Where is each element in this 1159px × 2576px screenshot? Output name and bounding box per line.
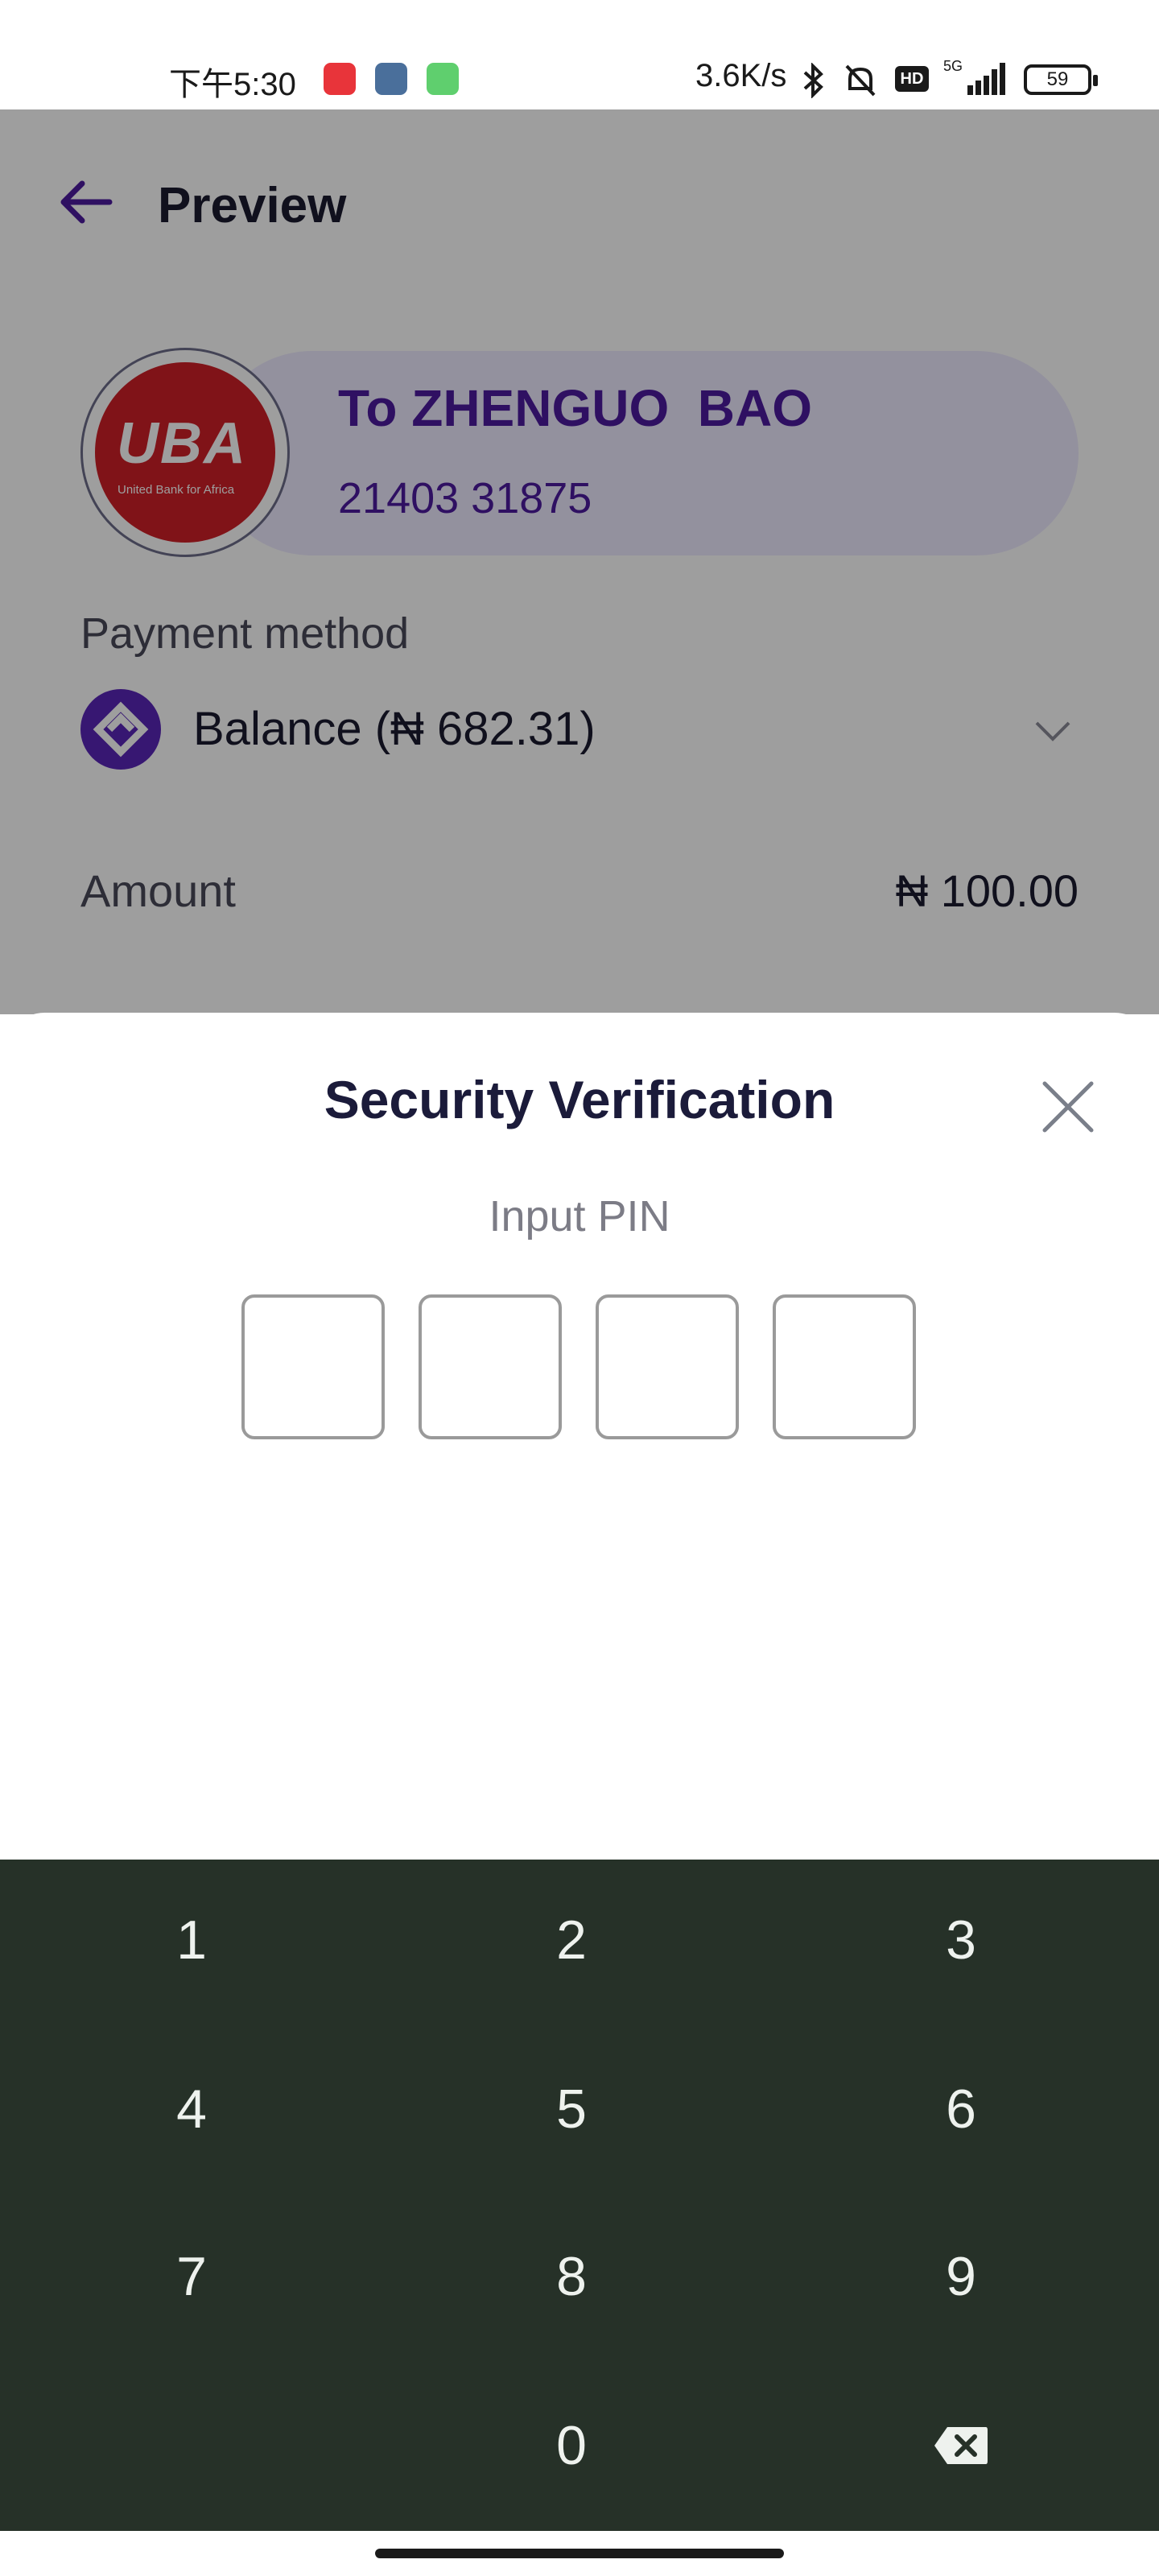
key-6[interactable]: 6 bbox=[800, 2037, 1122, 2182]
pin-box-1[interactable] bbox=[241, 1294, 385, 1439]
tools-app-icon bbox=[427, 63, 459, 95]
navigation-bar bbox=[0, 2531, 1159, 2576]
battery-icon: 59 bbox=[1024, 64, 1098, 95]
backspace-icon bbox=[934, 2427, 988, 2464]
status-time: 下午5:30 bbox=[169, 67, 296, 102]
key-1[interactable]: 1 bbox=[31, 1868, 353, 2013]
key-7[interactable]: 7 bbox=[31, 2204, 353, 2349]
modal-backdrop[interactable] bbox=[0, 109, 1159, 1014]
key-3[interactable]: 3 bbox=[800, 1868, 1122, 2013]
key-2[interactable]: 2 bbox=[410, 1868, 732, 2013]
music-app-icon bbox=[324, 63, 356, 95]
security-verification-sheet: Security Verification Input PIN bbox=[0, 1013, 1159, 1860]
pin-box-3[interactable] bbox=[596, 1294, 739, 1439]
home-gesture-bar[interactable] bbox=[375, 2549, 784, 2558]
key-8[interactable]: 8 bbox=[410, 2204, 732, 2349]
numeric-keypad: 1 2 3 4 5 6 7 8 9 0 bbox=[0, 1860, 1159, 2531]
signal-icon: 5G bbox=[943, 58, 1005, 95]
mute-bell-icon bbox=[845, 64, 876, 97]
network-type: 5G bbox=[943, 58, 963, 74]
key-9[interactable]: 9 bbox=[800, 2204, 1122, 2349]
pin-label: Input PIN bbox=[489, 1192, 670, 1241]
network-speed: 3.6K/s bbox=[695, 58, 787, 93]
key-5[interactable]: 5 bbox=[410, 2037, 732, 2182]
key-4[interactable]: 4 bbox=[31, 2037, 353, 2182]
status-bar: 下午5:30 3.6K/s HD 5G 59 bbox=[0, 0, 1159, 109]
backspace-key[interactable] bbox=[800, 2373, 1122, 2518]
pin-box-2[interactable] bbox=[419, 1294, 562, 1439]
hd-badge: HD bbox=[895, 66, 929, 92]
close-icon[interactable] bbox=[1038, 1077, 1098, 1137]
sheet-title: Security Verification bbox=[324, 1070, 835, 1129]
key-0[interactable]: 0 bbox=[410, 2373, 732, 2518]
pin-box-4[interactable] bbox=[773, 1294, 916, 1439]
settings-app-icon bbox=[375, 63, 407, 95]
bluetooth-icon bbox=[803, 63, 823, 98]
